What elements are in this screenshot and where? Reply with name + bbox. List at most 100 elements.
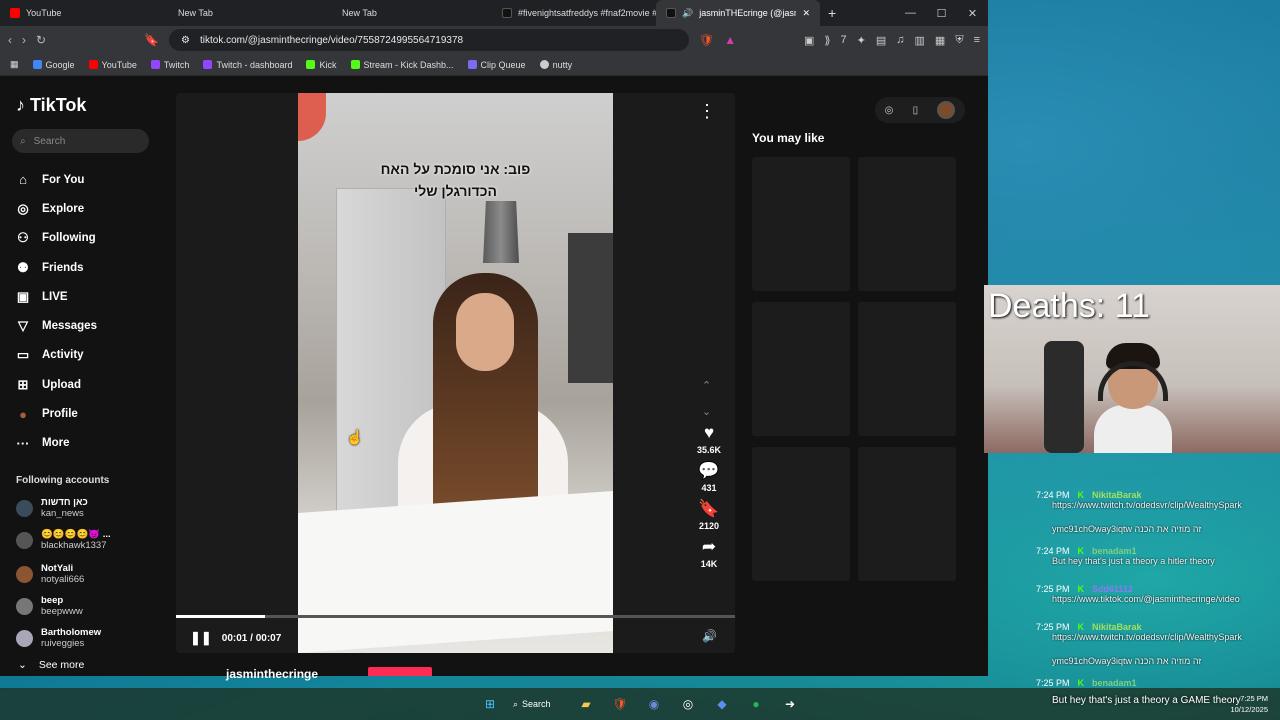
extension-icon[interactable]: ⟫ — [824, 34, 830, 47]
shield-icon[interactable]: ⛨ — [955, 34, 963, 47]
bookmark-clip-queue[interactable]: Clip Queue — [467, 60, 526, 70]
close-window-icon[interactable]: ✕ — [957, 7, 988, 20]
activity-icon: ▭ — [16, 347, 30, 363]
site-info-icon[interactable]: ⚙ — [181, 35, 190, 46]
sidebar-icon[interactable]: ▥ — [915, 34, 925, 47]
music-icon[interactable]: ♫ — [896, 34, 904, 47]
chat-overlay: 7:24 PM K NikitaBarak https://www.twitch.t… — [990, 452, 1280, 688]
video-player[interactable]: פוב: אני סומכת על האח הכדורגלן שלי ⋮ ⌃ ⌄… — [176, 93, 735, 653]
nav-messages[interactable]: ▽ Messages — [16, 311, 97, 340]
chevron-up-icon[interactable]: ⌃ — [702, 373, 711, 399]
favorite-button[interactable]: 🔖 2120 — [691, 499, 727, 531]
tab-youtube[interactable]: YouTube — [0, 0, 164, 26]
url-text[interactable]: tiktok.com/@jasminthecringe/video/755872… — [200, 35, 463, 46]
following-account[interactable]: 😊😊😊😊😈 ... blackhawk1337 — [16, 529, 111, 551]
obs-icon[interactable]: ◎ — [677, 693, 699, 715]
nav-following[interactable]: ⚇ Following — [16, 224, 97, 253]
taskbar-search[interactable]: ⌕ Search — [513, 699, 563, 710]
nav-upload[interactable]: ⊞ Upload — [16, 370, 97, 399]
bookmark-nutty[interactable]: nutty — [539, 60, 572, 70]
bookmark-twitch-dashboard[interactable]: Twitch - dashboard — [203, 60, 292, 70]
avatar[interactable] — [937, 101, 956, 119]
suggested-video[interactable] — [752, 447, 850, 581]
puzzle-icon[interactable]: ✦ — [857, 34, 866, 47]
discord-icon[interactable]: ◉ — [643, 693, 665, 715]
following-account[interactable]: NotYali notyali666 — [16, 563, 84, 585]
forward-icon[interactable]: › — [22, 33, 26, 47]
windows-start-icon[interactable]: ⊞ — [479, 693, 501, 715]
like-button[interactable]: ♥ 35.6K — [691, 423, 727, 455]
tab-fnaf[interactable]: #fivenightsatfreddys #fnaf2movie #fr — [492, 0, 656, 26]
tab-new-2[interactable]: New Tab — [328, 0, 492, 26]
home-icon: ⌂ — [19, 172, 27, 188]
extensions-bar: ▣ ⟫ 7 ✦ ▤ ♫ ▥ ▦ ⛨ ≡ — [804, 34, 980, 47]
coin-icon[interactable]: ◎ — [885, 105, 894, 116]
rewards-icon[interactable]: ▲ — [724, 33, 736, 47]
search-input[interactable]: ⌕ Search — [12, 129, 149, 153]
brave-shield-icon[interactable]: 🛡 — [699, 33, 714, 47]
volume-icon[interactable]: 🔊 — [702, 629, 717, 643]
tiktok-logo[interactable]: ♪ TikTok — [16, 95, 86, 116]
extension-icon[interactable]: 7 — [841, 34, 847, 47]
suggested-video[interactable] — [752, 302, 850, 436]
suggested-video[interactable] — [752, 157, 850, 291]
more-options-icon[interactable]: ⋮ — [698, 101, 717, 122]
chat-message: 7:24 PM K NikitaBarak https://www.twitch.t… — [1036, 490, 1242, 510]
tiktok-favicon-icon — [502, 8, 512, 18]
spotify-icon[interactable]: ● — [745, 693, 767, 715]
compass-icon: ◎ — [17, 200, 29, 216]
nav-profile[interactable]: ● Profile — [16, 399, 97, 428]
suggested-video[interactable] — [858, 302, 956, 436]
share-button[interactable]: ➦ 14K — [691, 537, 727, 569]
nav-activity[interactable]: ▭ Activity — [16, 341, 97, 370]
nav-explore[interactable]: ◎ Explore — [16, 194, 97, 223]
tab-new-1[interactable]: New Tab — [164, 0, 328, 26]
chevron-down-icon[interactable]: ⌄ — [702, 399, 711, 425]
brave-icon[interactable]: 🛡 — [609, 693, 631, 715]
nav-for-you[interactable]: ⌂ For You — [16, 165, 97, 194]
maximize-icon[interactable]: ☐ — [926, 7, 957, 20]
phone-icon[interactable]: ▯ — [913, 105, 919, 116]
reload-icon[interactable]: ↻ — [36, 33, 46, 47]
window-controls: — ☐ ✕ — [895, 7, 988, 20]
bookmark-page-icon[interactable]: 🔖 — [144, 33, 159, 47]
nav-friends[interactable]: ⚉ Friends — [16, 253, 97, 282]
extension-icon[interactable]: ▣ — [804, 34, 814, 47]
video-frame[interactable]: פוב: אני סומכת על האח הכדורגלן שלי — [298, 93, 613, 653]
app-icon[interactable]: ◆ — [711, 693, 733, 715]
comment-icon: 💬 — [698, 461, 720, 480]
bookmark-youtube[interactable]: YouTube — [88, 60, 137, 70]
creator-name[interactable]: jasminthecringe — [226, 667, 318, 681]
menu-icon[interactable]: ≡ — [974, 34, 980, 47]
address-bar[interactable]: ⚙ tiktok.com/@jasminthecringe/video/7558… — [169, 29, 690, 51]
wallet-icon[interactable]: ▦ — [935, 34, 945, 47]
follow-button[interactable] — [368, 667, 432, 676]
app-icon[interactable]: ➜ — [779, 693, 801, 715]
video-progress-bar[interactable] — [176, 615, 735, 618]
comment-button[interactable]: 💬 431 — [691, 461, 727, 493]
nav-live[interactable]: ▣ LIVE — [16, 282, 97, 311]
bookmark-twitch[interactable]: Twitch — [150, 60, 189, 70]
new-tab-button[interactable]: + — [820, 5, 836, 21]
see-more-link[interactable]: ⌄ See more — [18, 659, 84, 671]
nav-more[interactable]: ··· More — [16, 429, 97, 458]
apps-icon[interactable]: ▦ — [10, 59, 19, 70]
bookmark-google[interactable]: Google — [32, 60, 75, 70]
tab-jasmin[interactable]: 🔊jasminTHEcringe (@jasminthe✕ — [656, 0, 820, 26]
file-explorer-icon[interactable]: ▰ — [575, 693, 597, 715]
following-account[interactable]: beep beepwww — [16, 595, 83, 617]
minimize-icon[interactable]: — — [895, 7, 926, 20]
following-account[interactable]: כאן חדשות kan_news — [16, 497, 88, 519]
pause-icon[interactable]: ❚❚ — [190, 630, 212, 646]
suggested-video[interactable] — [858, 157, 956, 291]
following-account[interactable]: Bartholomew ruiveggies — [16, 627, 101, 649]
upload-icon: ⊞ — [17, 376, 29, 392]
youtube-icon — [10, 8, 20, 18]
bookmark-kick-dashboard[interactable]: Stream - Kick Dashb... — [350, 60, 454, 70]
close-tab-icon[interactable]: ✕ — [802, 8, 810, 19]
search-icon: ⌕ — [20, 135, 26, 147]
extension-icon[interactable]: ▤ — [876, 34, 886, 47]
suggested-video[interactable] — [858, 447, 956, 581]
back-icon[interactable]: ‹ — [8, 33, 12, 47]
bookmark-kick[interactable]: Kick — [306, 60, 337, 70]
